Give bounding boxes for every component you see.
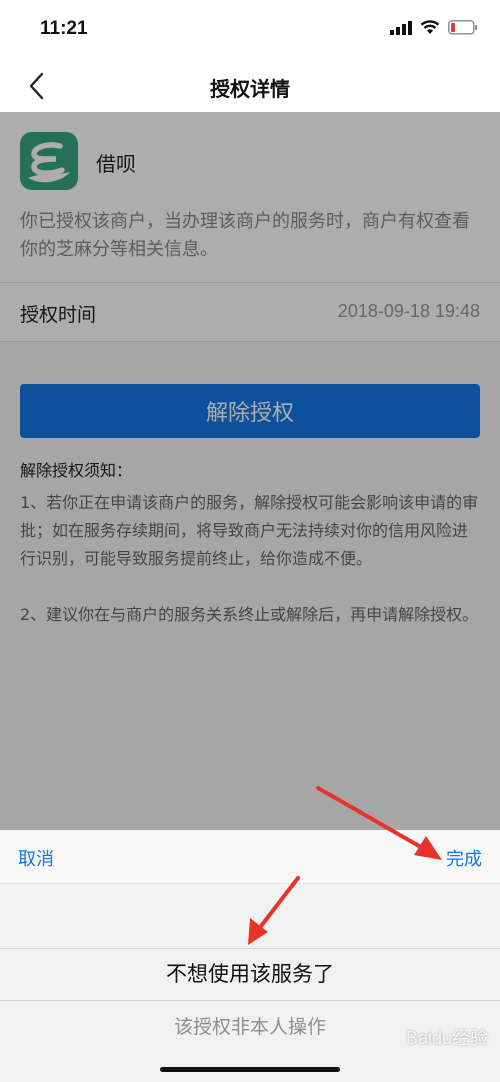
status-bar: 11:21 — [0, 0, 500, 60]
home-indicator — [160, 1067, 340, 1072]
signal-icon — [390, 20, 412, 35]
picker-cancel-button[interactable]: 取消 — [18, 845, 54, 871]
page-title: 授权详情 — [210, 77, 290, 101]
picker-toolbar: 取消 完成 — [0, 830, 500, 884]
picker-selection-divider — [0, 1000, 500, 1001]
watermark-logo: Baidu经验 — [405, 1028, 488, 1048]
picker-option-selected[interactable]: 不想使用该服务了 — [0, 958, 500, 988]
modal-overlay[interactable] — [0, 112, 500, 830]
reason-picker[interactable]: 不想使用该服务了 该授权非本人操作 — [0, 884, 500, 1082]
picker-done-button[interactable]: 完成 — [446, 845, 482, 871]
wifi-icon — [420, 20, 440, 34]
status-time: 11:21 — [40, 18, 88, 39]
nav-bar: 授权详情 — [0, 60, 500, 112]
status-icons — [390, 20, 478, 35]
picker-selection-divider — [0, 948, 500, 949]
battery-icon — [448, 20, 478, 35]
